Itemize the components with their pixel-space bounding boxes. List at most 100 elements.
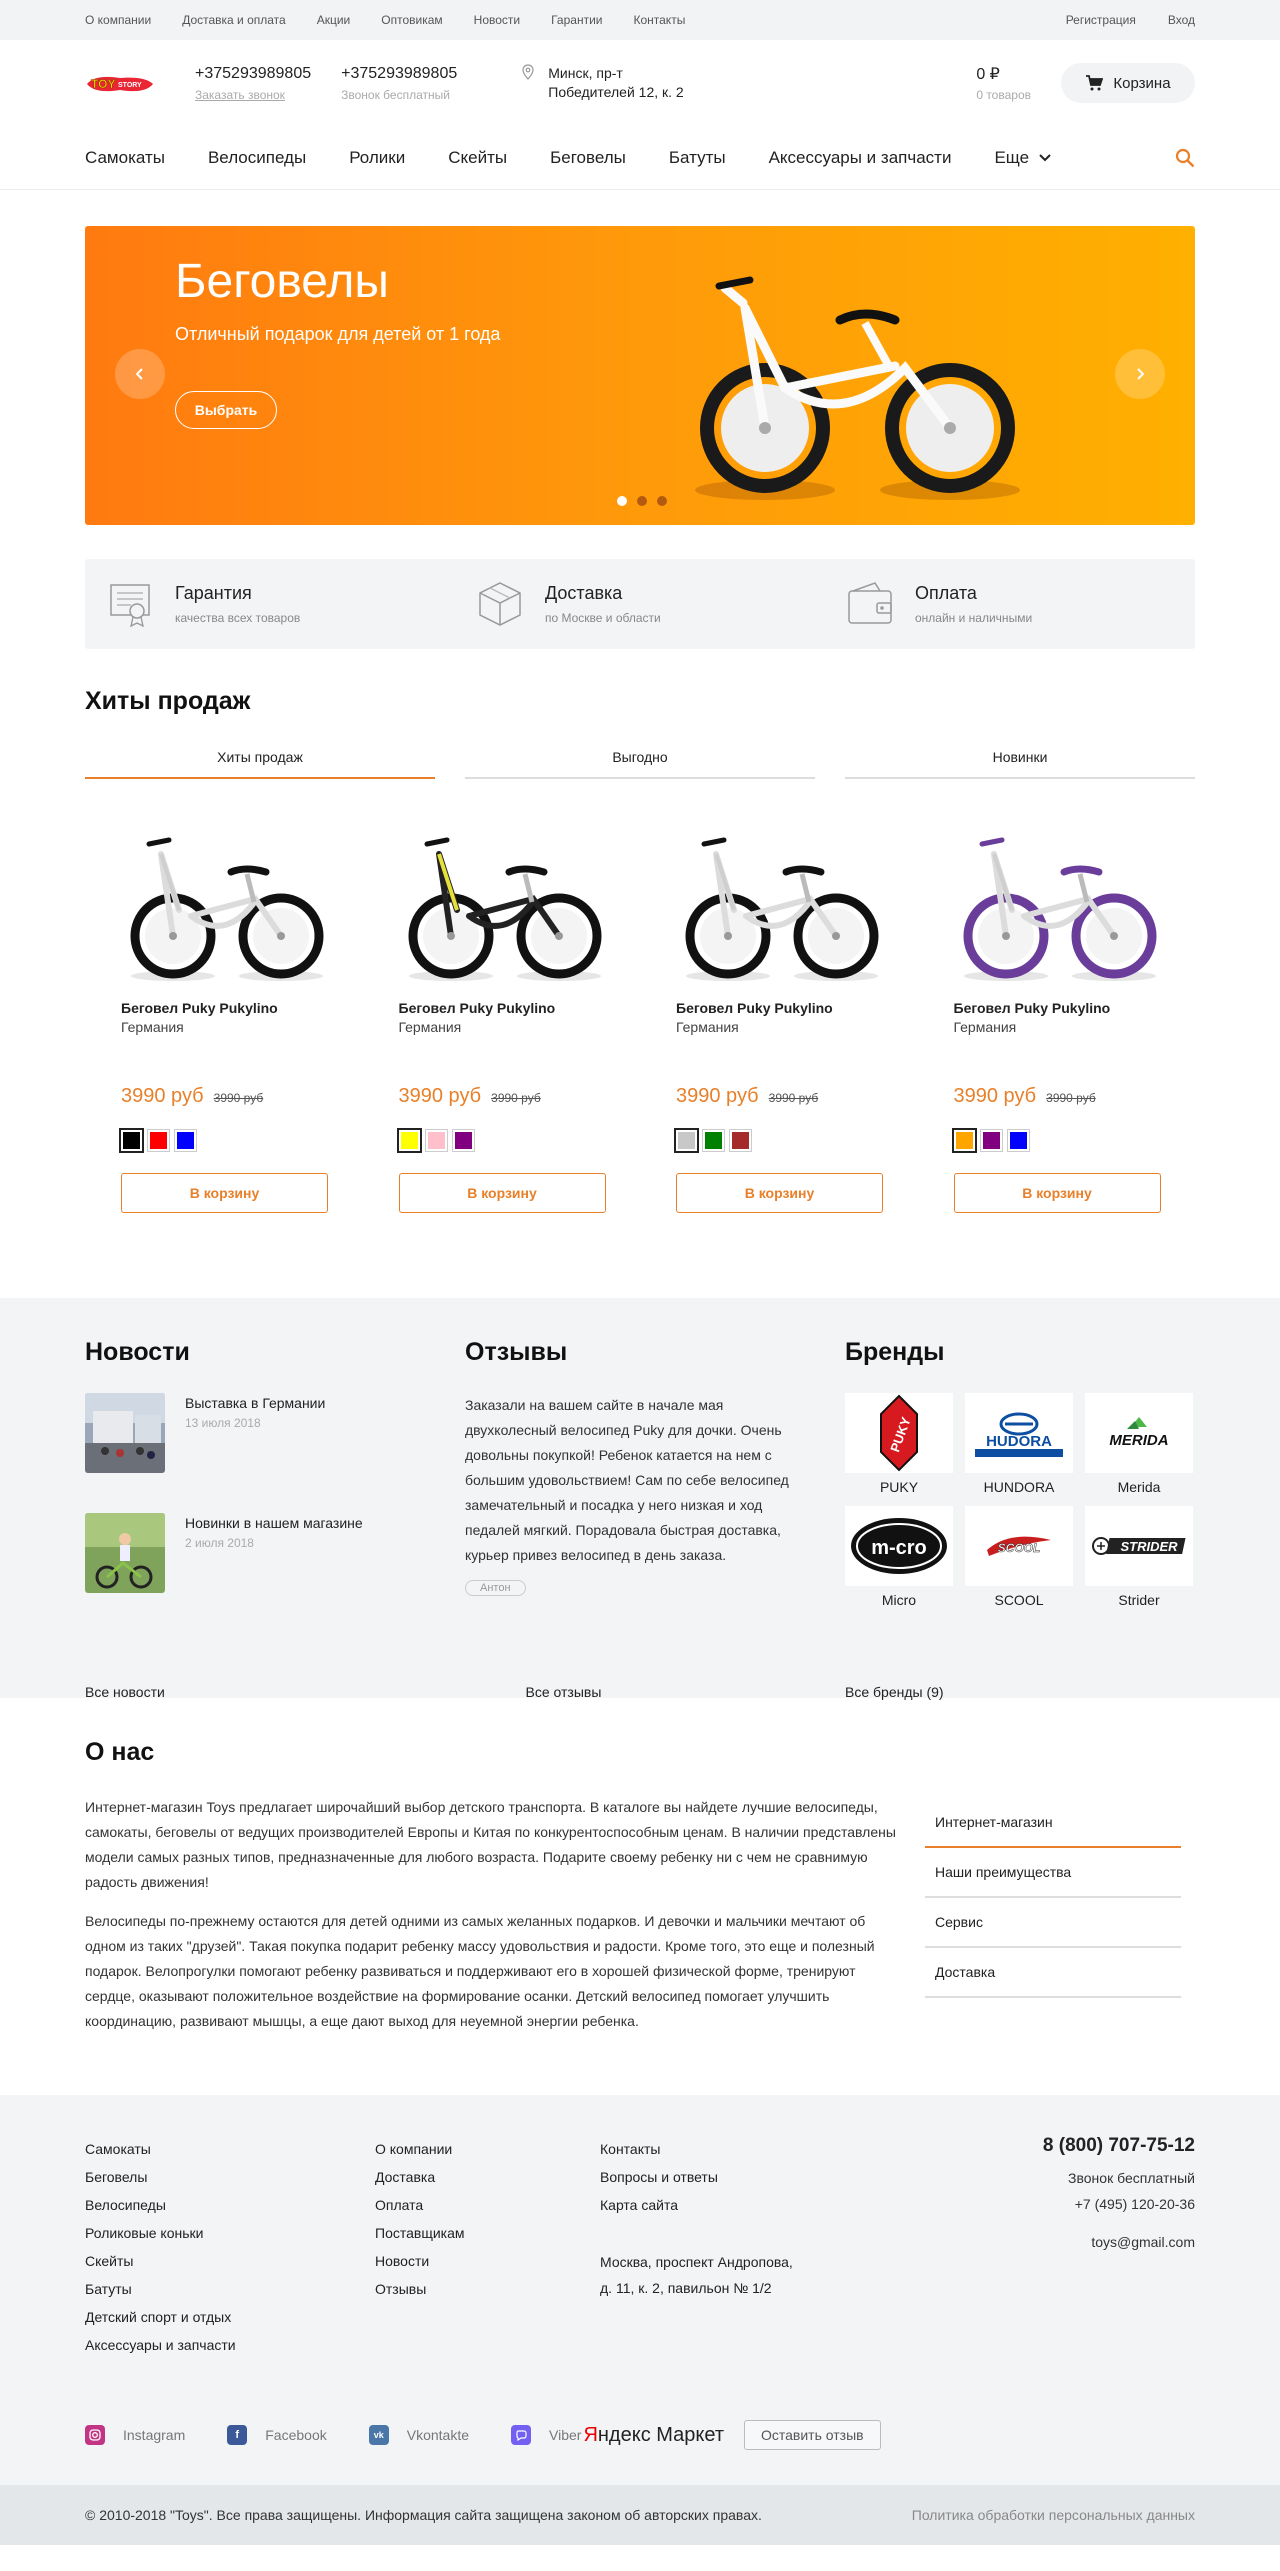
product-card[interactable]: Беговел Puky Pukylino Германия 3990 руб 399… [363,824,641,1213]
nav-item-scooters[interactable]: Самокаты [85,148,165,168]
product-name[interactable]: Беговел Puky Pukylino [676,1000,918,1016]
leave-review-button[interactable]: Оставить отзыв [743,2420,881,2450]
top-link-wholesale[interactable]: Оптовикам [381,13,442,27]
brand-strider[interactable]: STRIDER Strider [1085,1506,1193,1608]
phone-number-1[interactable]: +375293989805 [195,65,311,83]
phone-number-2[interactable]: +375293989805 [341,65,457,83]
top-link-news[interactable]: Новости [474,13,520,27]
logo[interactable]: TOY STORY [85,72,155,94]
footer-link[interactable]: Поставщикам [375,2219,600,2247]
color-swatch[interactable] [451,1129,475,1152]
top-link-delivery[interactable]: Доставка и оплата [182,13,286,27]
tab-hits[interactable]: Хиты продаж [85,749,435,779]
top-link-warranty[interactable]: Гарантии [551,13,602,27]
footer-link[interactable]: Новости [375,2247,600,2275]
top-link-about[interactable]: О компании [85,13,151,27]
footer-phone[interactable]: 8 (800) 707-75-12 [1043,2135,1195,2157]
news-item[interactable]: Новинки в нашем магазине 2 июля 2018 [85,1513,465,1593]
color-swatch[interactable] [1006,1129,1030,1152]
news-item-title[interactable]: Новинки в нашем магазине [185,1515,363,1531]
footer-link[interactable]: О компании [375,2135,600,2163]
footer-link[interactable]: Батуты [85,2275,375,2303]
footer-link[interactable]: Беговелы [85,2163,375,2191]
add-to-cart-button[interactable]: В корзину [676,1173,883,1213]
register-link[interactable]: Регистрация [1066,13,1136,27]
footer-link[interactable]: Отзывы [375,2275,600,2303]
nav-item-bicycles[interactable]: Велосипеды [208,148,306,168]
brand-merida[interactable]: MERIDA Merida [1085,1393,1193,1495]
color-swatch[interactable] [729,1129,752,1152]
footer-email[interactable]: toys@gmail.com [1043,2229,1195,2255]
nav-item-accessories[interactable]: Аксессуары и запчасти [769,148,952,168]
footer-link[interactable]: Скейты [85,2247,375,2275]
brand-hudora[interactable]: HUDORA HUNDORA [965,1393,1073,1495]
add-to-cart-button[interactable]: В корзину [398,1173,606,1213]
footer-link[interactable]: Самокаты [85,2135,375,2163]
color-swatch[interactable] [674,1128,699,1153]
add-to-cart-button[interactable]: В корзину [953,1173,1161,1213]
news-item[interactable]: Выставка в Германии 13 июля 2018 [85,1393,465,1473]
color-swatch[interactable] [119,1128,144,1153]
footer-phone-2[interactable]: +7 (495) 120-20-36 [1043,2191,1195,2217]
yandex-market-logo[interactable]: Яндекс Маркет [583,2424,724,2447]
footer-link[interactable]: Карта сайта [600,2191,900,2219]
all-brands-link[interactable]: Все бренды (9) [845,1684,944,1700]
all-news-link[interactable]: Все новости [85,1684,165,1700]
color-swatch[interactable] [702,1129,725,1152]
product-image[interactable] [676,824,886,986]
color-swatch[interactable] [174,1129,197,1152]
color-swatch[interactable] [424,1129,448,1152]
footer-link[interactable]: Роликовые коньки [85,2219,375,2247]
nav-item-skates[interactable]: Скейты [448,148,507,168]
brand-puky[interactable]: PUKY PUKY [845,1393,953,1495]
product-card[interactable]: Беговел Puky Pukylino Германия 3990 руб 399… [85,824,363,1213]
about-menu-shop[interactable]: Интернет-магазин [925,1798,1181,1848]
color-swatch[interactable] [396,1128,422,1153]
vkontakte-link[interactable]: vk Vkontakte [368,2425,469,2445]
about-menu-delivery[interactable]: Доставка [925,1948,1181,1998]
all-reviews-link[interactable]: Все отзывы [526,1684,602,1700]
nav-item-rollers[interactable]: Ролики [349,148,405,168]
product-image[interactable] [121,824,331,986]
privacy-policy-link[interactable]: Политика обработки персональных данных [912,2507,1195,2523]
search-button[interactable] [1175,148,1195,168]
footer-link[interactable]: Велосипеды [85,2191,375,2219]
facebook-link[interactable]: f Facebook [227,2425,327,2445]
brand-micro[interactable]: m-cro Micro [845,1506,953,1608]
about-menu-advantages[interactable]: Наши преимущества [925,1848,1181,1898]
color-swatch[interactable] [951,1128,977,1153]
footer-link[interactable]: Вопросы и ответы [600,2163,900,2191]
slider-choose-button[interactable]: Выбрать [175,391,277,429]
slider-dot-3[interactable] [657,496,667,506]
nav-item-balance-bikes[interactable]: Беговелы [550,148,626,168]
slider-prev-button[interactable] [115,349,165,399]
product-name[interactable]: Беговел Puky Pukylino [954,1000,1196,1016]
nav-more[interactable]: Еще [994,148,1051,168]
cart-button[interactable]: Корзина [1061,63,1195,103]
top-link-contacts[interactable]: Контакты [633,13,685,27]
nav-item-trampolines[interactable]: Батуты [669,148,726,168]
product-image[interactable] [954,824,1164,986]
footer-link[interactable]: Контакты [600,2135,900,2163]
slider-dot-1[interactable] [617,496,627,506]
news-item-title[interactable]: Выставка в Германии [185,1395,325,1411]
product-card[interactable]: Беговел Puky Pukylino Германия 3990 руб 399… [918,824,1196,1213]
footer-link[interactable]: Аксессуары и запчасти [85,2331,375,2359]
tab-new[interactable]: Новинки [845,749,1195,779]
product-image[interactable] [399,824,609,986]
about-menu-service[interactable]: Сервис [925,1898,1181,1948]
instagram-link[interactable]: Instagram [85,2425,185,2445]
viber-link[interactable]: Viber [511,2425,581,2445]
product-card[interactable]: Беговел Puky Pukylino Германия 3990 руб 399… [640,824,918,1213]
color-swatch[interactable] [147,1129,170,1152]
color-swatch[interactable] [979,1129,1003,1152]
product-name[interactable]: Беговел Puky Pukylino [121,1000,363,1016]
tab-profitable[interactable]: Выгодно [465,749,815,779]
footer-link[interactable]: Оплата [375,2191,600,2219]
product-name[interactable]: Беговел Puky Pukylino [399,1000,641,1016]
brand-scool[interactable]: SCOOL SCOOL [965,1506,1073,1608]
footer-link[interactable]: Детский спорт и отдых [85,2303,375,2331]
footer-link[interactable]: Доставка [375,2163,600,2191]
slider-next-button[interactable] [1115,349,1165,399]
add-to-cart-button[interactable]: В корзину [121,1173,328,1213]
